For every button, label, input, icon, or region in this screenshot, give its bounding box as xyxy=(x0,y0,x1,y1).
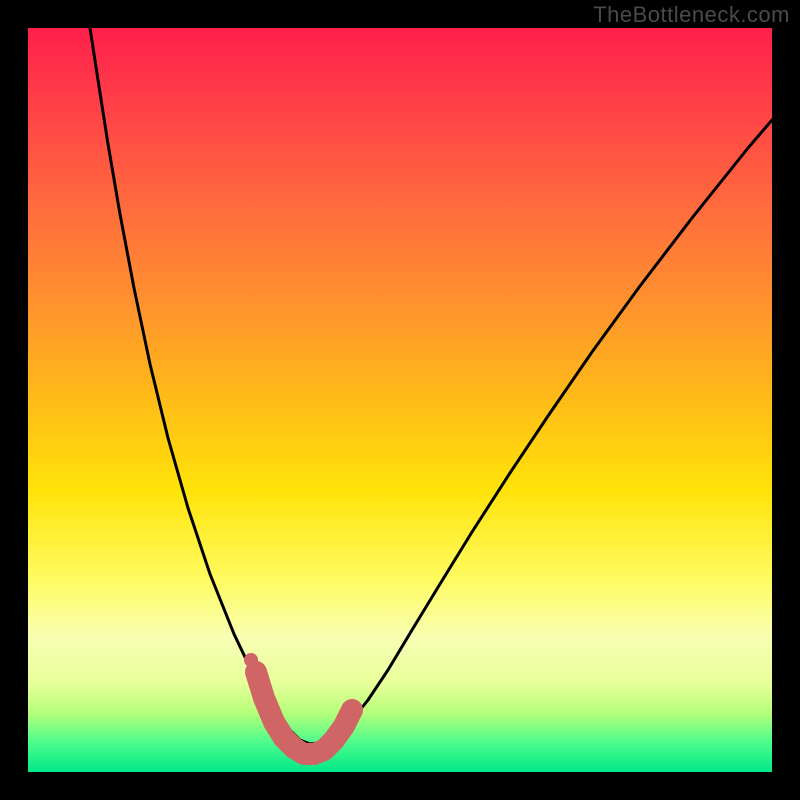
bottleneck-curve xyxy=(90,28,772,744)
fat-overlay-dot xyxy=(244,653,258,667)
curve-layer xyxy=(28,28,772,772)
fat-overlay-curve xyxy=(256,672,352,754)
chart-frame: TheBottleneck.com xyxy=(0,0,800,800)
plot-area xyxy=(28,28,772,772)
watermark-text: TheBottleneck.com xyxy=(593,2,790,28)
